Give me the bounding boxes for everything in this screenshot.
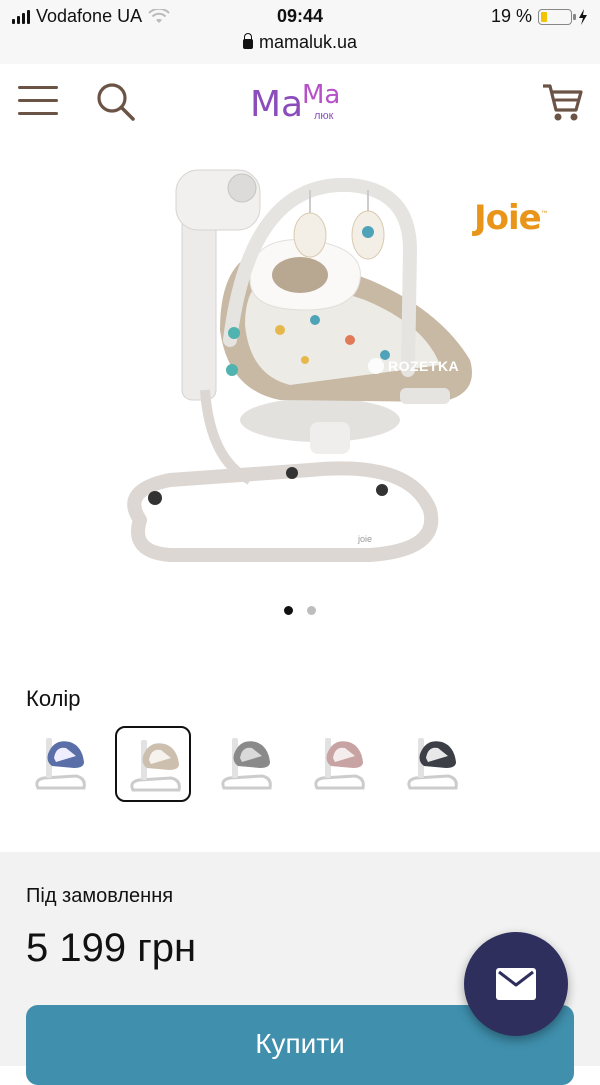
menu-icon: [18, 86, 58, 89]
cart-button[interactable]: [540, 80, 584, 124]
logo-subtext: люк: [314, 110, 334, 122]
search-icon: [97, 83, 135, 121]
battery-percent: 19 %: [490, 6, 532, 26]
brand-name: Joie: [474, 198, 542, 238]
color-label: Колір: [26, 686, 81, 711]
color-swatch-blue[interactable]: [22, 726, 98, 802]
site-logo[interactable]: Ma Ma люк: [250, 80, 360, 125]
color-swatch-dark[interactable]: [394, 726, 470, 802]
url-text: mamaluk.ua: [258, 32, 358, 52]
swatch-thumbnail: [35, 738, 86, 790]
cart-icon: [543, 84, 583, 121]
swatch-thumbnail: [130, 740, 181, 792]
mail-icon: [496, 968, 536, 1000]
logo-ma-2: Ma: [302, 80, 341, 110]
availability-status: Під замовлення: [26, 885, 174, 907]
rozetka-icon: [368, 358, 384, 374]
color-swatch-grey[interactable]: [208, 726, 284, 802]
address-bar[interactable]: mamaluk.ua: [0, 32, 600, 53]
status-bar: Vodafone UA 09:44 mamaluk.ua 19 %: [0, 0, 600, 65]
charging-icon: [579, 8, 587, 25]
battery-icon: [538, 8, 576, 25]
search-button[interactable]: [96, 82, 136, 122]
lock-icon: [242, 33, 253, 49]
carousel-indicators: [0, 606, 600, 615]
swatch-thumbnail: [407, 738, 458, 790]
logo-ma-1: Ma: [250, 84, 304, 125]
battery-status: 19 %: [491, 6, 588, 27]
carousel-dot-1[interactable]: [284, 606, 293, 615]
chat-button[interactable]: [464, 932, 568, 1036]
brand-logo: Joie™: [474, 198, 549, 238]
site-header: Ma Ma люк: [0, 64, 600, 144]
product-price: 5 199 грн: [26, 926, 197, 970]
watermark-text: ROZETKA: [388, 358, 460, 374]
watermark: ROZETKA: [368, 358, 459, 374]
color-swatch-beige[interactable]: [115, 726, 191, 802]
svg-text:joie: joie: [357, 534, 372, 544]
carousel-dot-2[interactable]: [307, 606, 316, 615]
color-swatch-pink[interactable]: [301, 726, 377, 802]
swatch-thumbnail: [221, 738, 272, 790]
swatch-thumbnail: [314, 738, 365, 790]
menu-button[interactable]: [18, 84, 58, 118]
